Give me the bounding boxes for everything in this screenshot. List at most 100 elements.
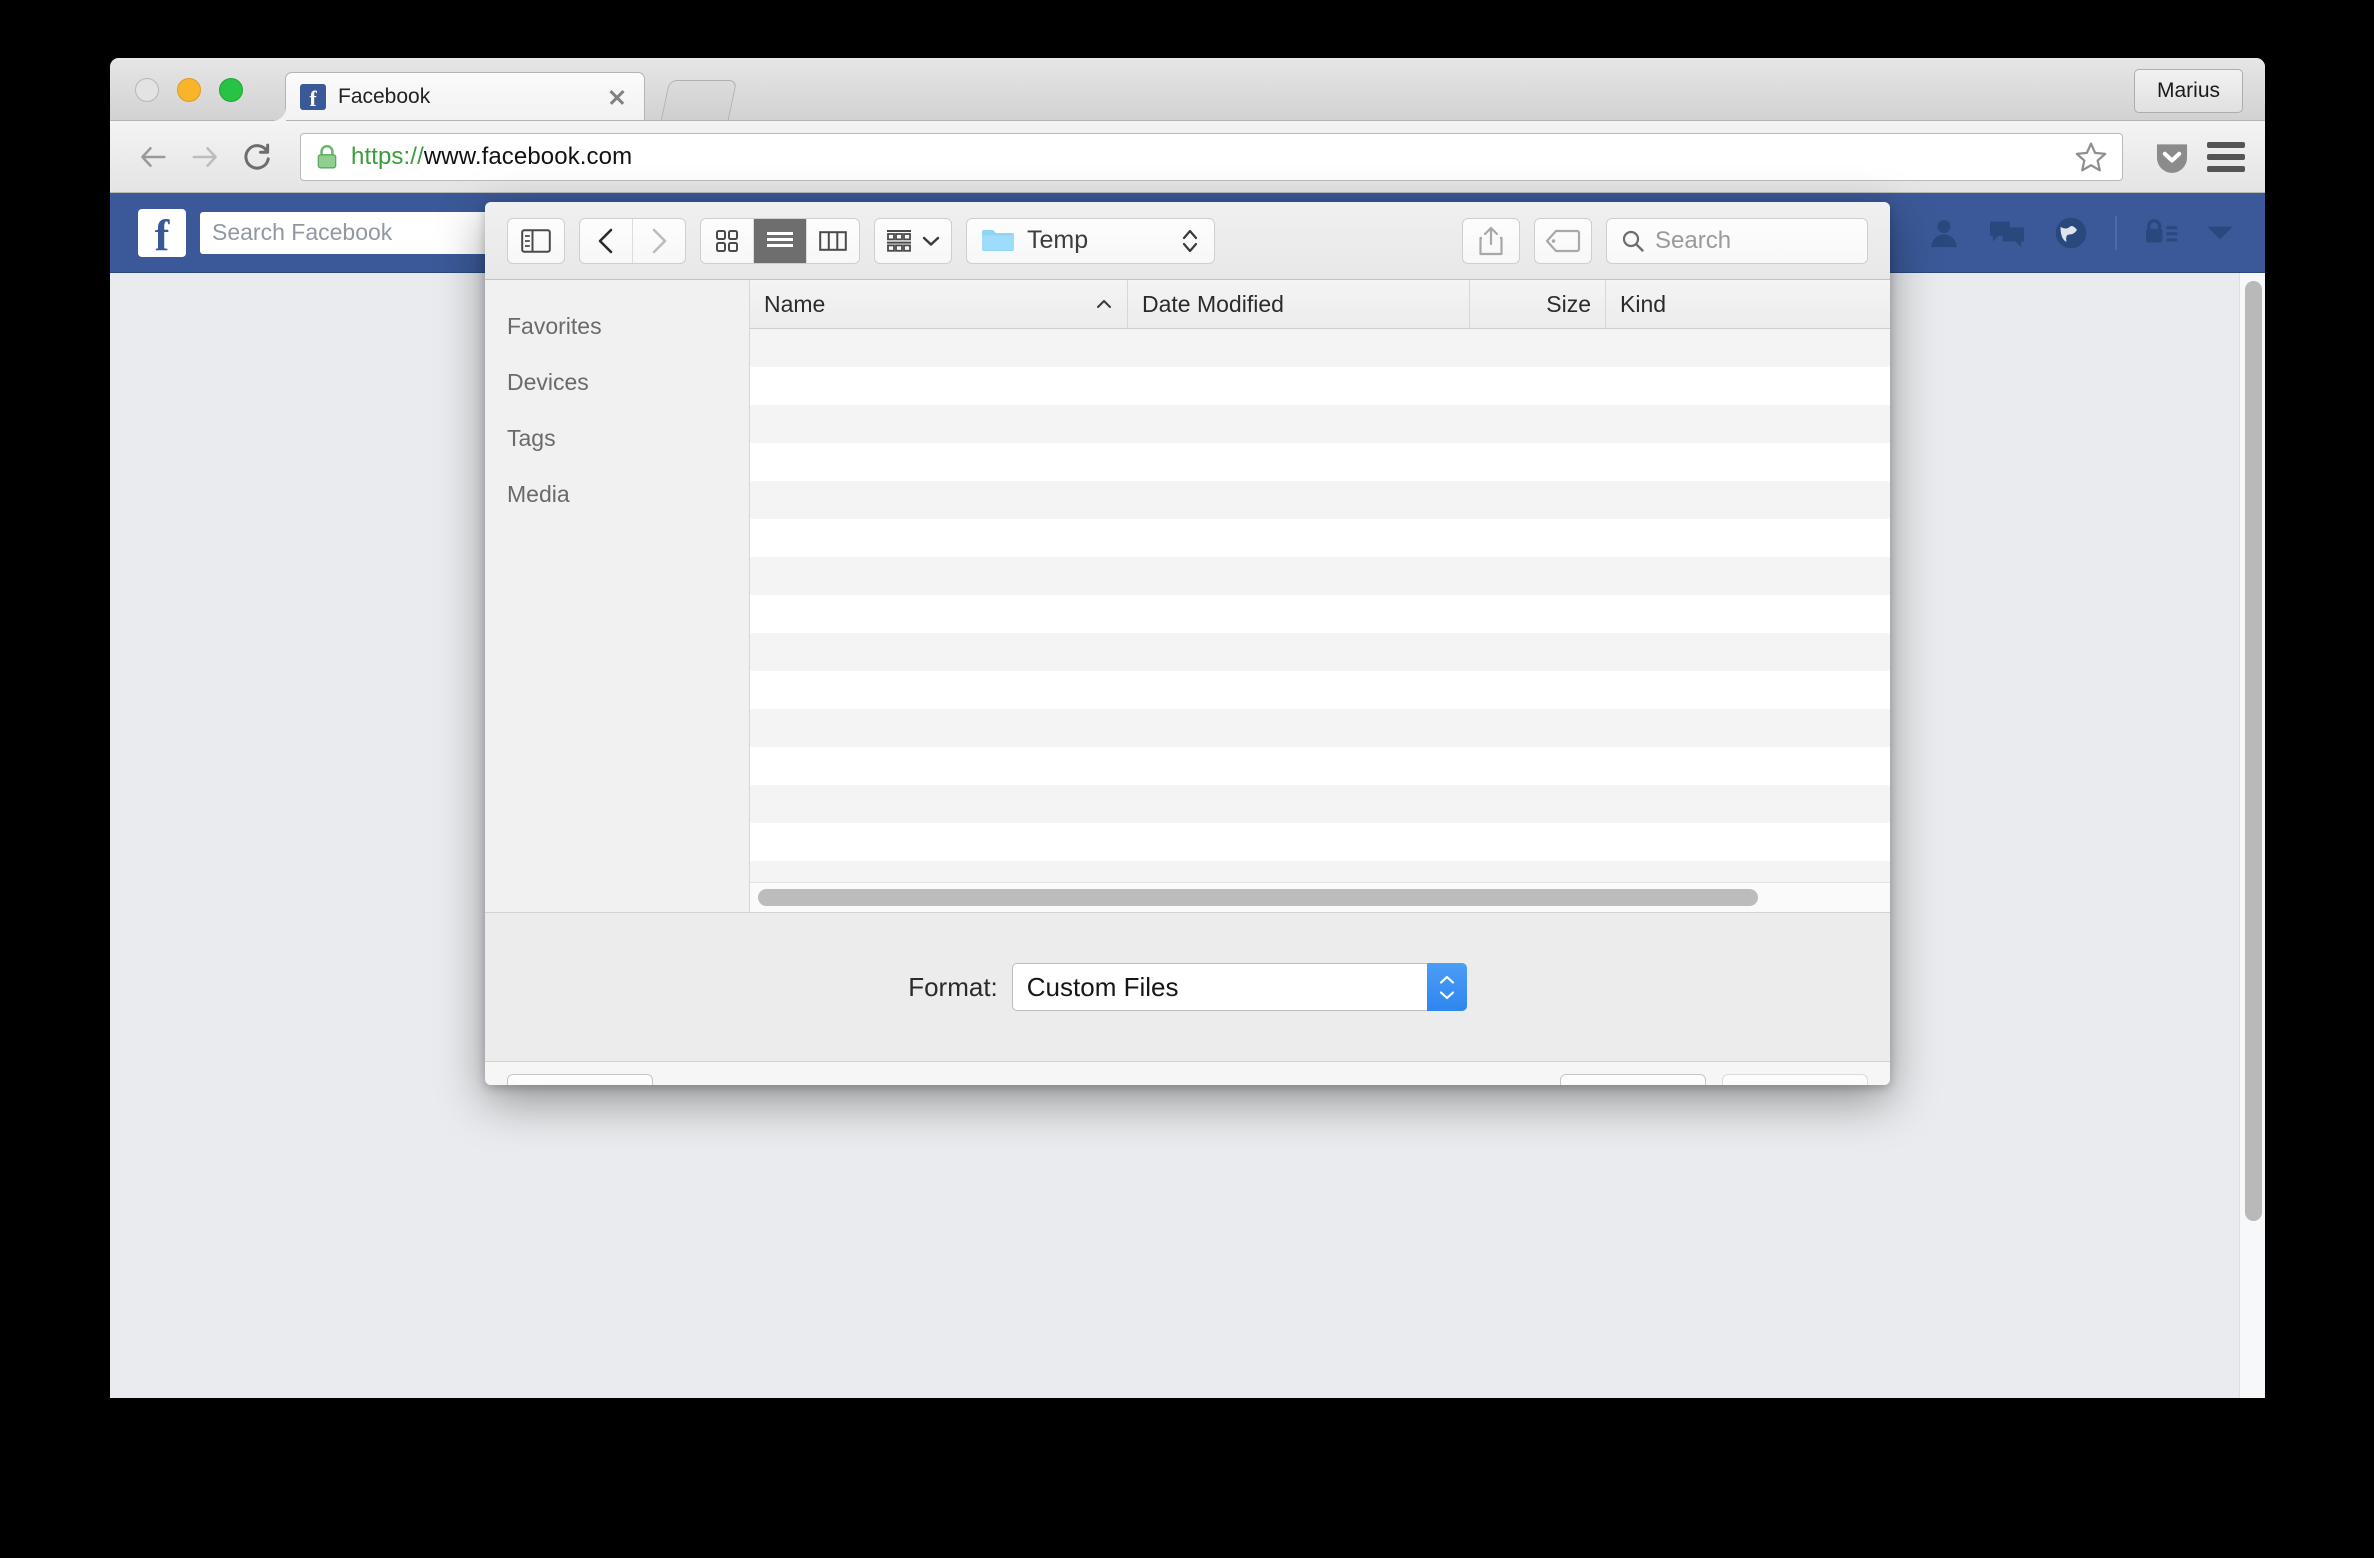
options-label: Options xyxy=(537,1085,623,1086)
sidebar-item-label: Media xyxy=(507,480,570,507)
column-header-size[interactable]: Size xyxy=(1470,280,1606,328)
search-placeholder: Search xyxy=(1655,226,1732,254)
icon-view-button[interactable] xyxy=(701,218,754,263)
column-label: Size xyxy=(1546,290,1591,317)
friend-requests-icon[interactable] xyxy=(1927,216,1961,250)
window-controls xyxy=(135,78,243,102)
table-row[interactable] xyxy=(750,823,1890,861)
tab-title: Facebook xyxy=(338,84,431,108)
table-row[interactable] xyxy=(750,595,1890,633)
table-row[interactable] xyxy=(750,367,1890,405)
privacy-lock-icon[interactable] xyxy=(2143,218,2179,248)
view-mode-group xyxy=(700,217,860,264)
sidebar-item-label: Devices xyxy=(507,368,589,395)
sidebar-item-tags[interactable]: Tags xyxy=(485,410,749,466)
list-view-icon xyxy=(767,231,793,247)
search-input[interactable]: Search Facebook xyxy=(200,211,530,254)
column-header-kind[interactable]: Kind xyxy=(1606,280,1890,328)
search-icon xyxy=(1622,230,1644,252)
table-row[interactable] xyxy=(750,633,1890,671)
dialog-forward-button[interactable] xyxy=(633,219,685,263)
hamburger-menu-icon[interactable] xyxy=(2207,141,2245,172)
table-row[interactable] xyxy=(750,747,1890,785)
table-row[interactable] xyxy=(750,519,1890,557)
file-list: Name Date Modified Size Kind xyxy=(750,280,1890,912)
dialog-toolbar: Temp Search xyxy=(485,202,1890,280)
scrollbar-thumb[interactable] xyxy=(2245,281,2262,1221)
open-label: Open xyxy=(1764,1085,1825,1086)
table-row[interactable] xyxy=(750,329,1890,367)
profile-button[interactable]: Marius xyxy=(2133,69,2243,113)
table-row[interactable] xyxy=(750,481,1890,519)
format-stepper-icon[interactable] xyxy=(1426,963,1467,1011)
browser-titlebar: f Facebook Marius xyxy=(110,58,2265,121)
tag-icon xyxy=(1545,229,1581,252)
table-row[interactable] xyxy=(750,861,1890,882)
table-row[interactable] xyxy=(750,785,1890,823)
arrange-by-button[interactable] xyxy=(874,217,952,264)
browser-tab[interactable]: f Facebook xyxy=(272,72,645,121)
tag-button[interactable] xyxy=(1534,217,1592,264)
column-header-name[interactable]: Name xyxy=(750,280,1128,328)
facebook-favicon: f xyxy=(300,83,326,110)
minimize-window-button[interactable] xyxy=(177,78,201,102)
table-row[interactable] xyxy=(750,671,1890,709)
sidebar-item-media[interactable]: Media xyxy=(485,466,749,522)
reload-button[interactable] xyxy=(234,134,280,180)
url-bar[interactable]: https://www.facebook.com xyxy=(300,132,2123,181)
file-open-dialog: Temp Search Favorites Devices Tags Media… xyxy=(485,202,1890,1085)
file-list-rows[interactable] xyxy=(750,329,1890,882)
dialog-back-button[interactable] xyxy=(580,218,633,263)
icon-view-icon xyxy=(716,229,738,252)
forward-button[interactable] xyxy=(182,134,228,180)
sidebar-item-favorites[interactable]: Favorites xyxy=(485,298,749,354)
url-text: https://www.facebook.com xyxy=(351,143,2074,171)
notifications-globe-icon[interactable] xyxy=(2053,215,2089,251)
close-icon[interactable] xyxy=(604,84,630,110)
facebook-nav-icons xyxy=(1927,215,2235,251)
file-list-h-scrollbar[interactable] xyxy=(750,882,1890,912)
list-view-button[interactable] xyxy=(754,218,807,263)
options-button[interactable]: Options xyxy=(507,1074,653,1085)
table-row[interactable] xyxy=(750,443,1890,481)
open-button[interactable]: Open xyxy=(1722,1074,1868,1085)
back-button[interactable] xyxy=(130,134,176,180)
h-scrollbar-thumb[interactable] xyxy=(758,889,1758,906)
column-label: Name xyxy=(764,290,826,317)
pocket-icon[interactable] xyxy=(2153,138,2191,176)
column-label: Kind xyxy=(1620,290,1667,317)
facebook-logo[interactable]: f xyxy=(138,208,186,257)
star-icon[interactable] xyxy=(2074,140,2108,174)
column-header-date-modified[interactable]: Date Modified xyxy=(1128,280,1470,328)
messages-icon[interactable] xyxy=(1987,216,2027,250)
new-tab-button[interactable] xyxy=(660,80,738,120)
share-icon xyxy=(1479,226,1503,255)
chevron-up-icon xyxy=(1439,975,1454,984)
table-row[interactable] xyxy=(750,709,1890,747)
profile-label: Marius xyxy=(2156,79,2220,102)
share-button[interactable] xyxy=(1462,217,1520,264)
search-placeholder: Search Facebook xyxy=(212,219,393,245)
screen: f Facebook Marius https://www.facebook.c… xyxy=(0,0,2374,1558)
sidebar-item-devices[interactable]: Devices xyxy=(485,354,749,410)
cancel-button[interactable]: Cancel xyxy=(1560,1074,1706,1085)
format-select[interactable]: Custom Files xyxy=(1011,963,1467,1011)
table-row[interactable] xyxy=(750,405,1890,443)
path-popup-button[interactable]: Temp xyxy=(966,217,1215,264)
chevron-down-icon xyxy=(922,236,940,246)
sidebar-item-label: Favorites xyxy=(507,312,602,339)
stepper-chevrons-icon xyxy=(1182,229,1198,252)
sidebar-toggle-button[interactable] xyxy=(507,217,565,264)
cancel-label: Cancel xyxy=(1594,1085,1672,1086)
table-row[interactable] xyxy=(750,557,1890,595)
close-window-button[interactable] xyxy=(135,78,159,102)
page-scrollbar[interactable] xyxy=(2239,273,2265,1398)
column-view-icon xyxy=(819,230,847,251)
account-caret-icon[interactable] xyxy=(2205,222,2235,244)
forward-arrow-icon xyxy=(192,146,217,167)
column-view-button[interactable] xyxy=(807,219,859,263)
back-arrow-icon xyxy=(141,146,166,167)
dialog-search-input[interactable]: Search xyxy=(1606,217,1868,264)
maximize-window-button[interactable] xyxy=(219,78,243,102)
reload-icon xyxy=(244,143,270,170)
